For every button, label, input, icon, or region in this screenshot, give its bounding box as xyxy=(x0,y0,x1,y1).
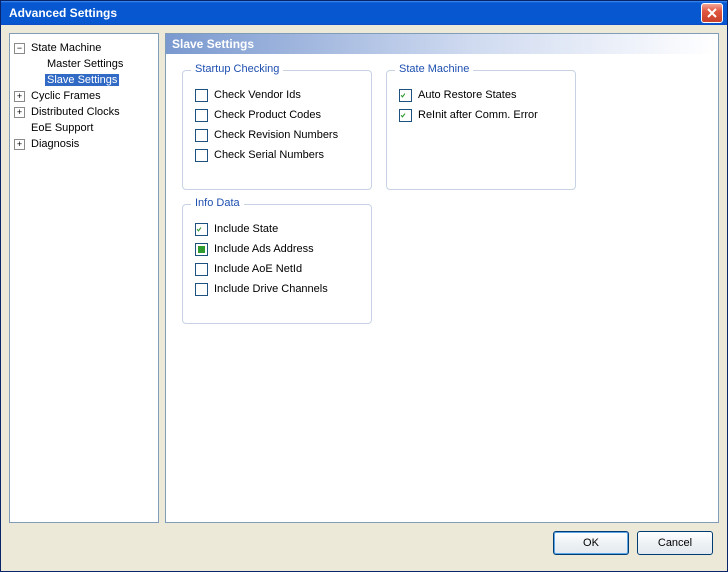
tree-label: State Machine xyxy=(29,42,103,54)
close-icon xyxy=(707,8,717,18)
tree-label: Slave Settings xyxy=(45,74,119,86)
section-body: Startup Checking Check Vendor Ids Check … xyxy=(166,54,718,340)
tree-item-diagnosis[interactable]: + Diagnosis xyxy=(12,136,156,152)
titlebar: Advanced Settings xyxy=(1,1,727,25)
group-legend: Info Data xyxy=(191,197,244,209)
checkbox-box xyxy=(195,149,208,162)
checkbox-reinit-after-comm-error[interactable]: ReInit after Comm. Error xyxy=(399,105,563,125)
ok-button[interactable]: OK xyxy=(553,531,629,555)
checkbox-check-product-codes[interactable]: Check Product Codes xyxy=(195,105,359,125)
checkbox-label: Check Revision Numbers xyxy=(214,129,338,141)
checkbox-include-drive-channels[interactable]: Include Drive Channels xyxy=(195,279,359,299)
tree-label: Cyclic Frames xyxy=(29,90,103,102)
checkbox-check-serial-numbers[interactable]: Check Serial Numbers xyxy=(195,145,359,165)
tree-item-distributed-clocks[interactable]: + Distributed Clocks xyxy=(12,104,156,120)
checkbox-include-aoe-netid[interactable]: Include AoE NetId xyxy=(195,259,359,279)
tree-item-state-machine[interactable]: − State Machine xyxy=(12,40,156,56)
tree-item-master-settings[interactable]: Master Settings xyxy=(12,56,156,72)
checkbox-box xyxy=(195,243,208,256)
close-button[interactable] xyxy=(701,3,723,23)
tree-item-cyclic-frames[interactable]: + Cyclic Frames xyxy=(12,88,156,104)
tree-label: Diagnosis xyxy=(29,138,81,150)
content-panel: Slave Settings Startup Checking Check Ve… xyxy=(165,33,719,523)
checkbox-include-state[interactable]: Include State xyxy=(195,219,359,239)
expand-icon[interactable]: + xyxy=(14,139,25,150)
checkbox-box xyxy=(195,129,208,142)
checkbox-label: ReInit after Comm. Error xyxy=(418,109,538,121)
checkbox-label: Include Drive Channels xyxy=(214,283,328,295)
checkbox-label: Auto Restore States xyxy=(418,89,516,101)
checkbox-box xyxy=(399,89,412,102)
checkbox-box xyxy=(195,89,208,102)
button-bar: OK Cancel xyxy=(9,523,719,563)
expand-icon[interactable]: + xyxy=(14,107,25,118)
checkbox-box xyxy=(399,109,412,122)
checkbox-label: Check Vendor Ids xyxy=(214,89,301,101)
checkbox-auto-restore-states[interactable]: Auto Restore States xyxy=(399,85,563,105)
dialog-window: Advanced Settings − State Machine Master… xyxy=(0,0,728,572)
section-header: Slave Settings xyxy=(166,34,718,54)
checkbox-label: Check Serial Numbers xyxy=(214,149,324,161)
checkbox-box xyxy=(195,223,208,236)
group-startup-checking: Startup Checking Check Vendor Ids Check … xyxy=(182,70,372,190)
checkbox-box xyxy=(195,283,208,296)
tree-item-slave-settings[interactable]: Slave Settings xyxy=(12,72,156,88)
tree-label: EoE Support xyxy=(29,122,95,134)
window-title: Advanced Settings xyxy=(9,6,701,20)
group-state-machine: State Machine Auto Restore States ReInit… xyxy=(386,70,576,190)
checkbox-label: Include State xyxy=(214,223,278,235)
checkbox-check-revision-numbers[interactable]: Check Revision Numbers xyxy=(195,125,359,145)
checkbox-check-vendor-ids[interactable]: Check Vendor Ids xyxy=(195,85,359,105)
group-legend: State Machine xyxy=(395,63,473,75)
tree-label: Distributed Clocks xyxy=(29,106,122,118)
button-label: Cancel xyxy=(658,537,692,549)
group-legend: Startup Checking xyxy=(191,63,283,75)
checkbox-label: Include AoE NetId xyxy=(214,263,302,275)
split-pane: − State Machine Master Settings Slave Se… xyxy=(9,33,719,523)
checkbox-label: Include Ads Address xyxy=(214,243,314,255)
cancel-button[interactable]: Cancel xyxy=(637,531,713,555)
checkbox-box xyxy=(195,109,208,122)
tree-item-eoe-support[interactable]: EoE Support xyxy=(12,120,156,136)
dialog-body: − State Machine Master Settings Slave Se… xyxy=(1,25,727,571)
tree-label: Master Settings xyxy=(45,58,125,70)
checkbox-label: Check Product Codes xyxy=(214,109,321,121)
section-title: Slave Settings xyxy=(172,37,254,51)
tree-panel: − State Machine Master Settings Slave Se… xyxy=(9,33,159,523)
checkbox-box xyxy=(195,263,208,276)
expand-icon[interactable]: − xyxy=(14,43,25,54)
checkbox-include-ads-address[interactable]: Include Ads Address xyxy=(195,239,359,259)
group-info-data: Info Data Include State Include Ads Addr… xyxy=(182,204,372,324)
button-label: OK xyxy=(583,537,599,549)
expand-icon[interactable]: + xyxy=(14,91,25,102)
